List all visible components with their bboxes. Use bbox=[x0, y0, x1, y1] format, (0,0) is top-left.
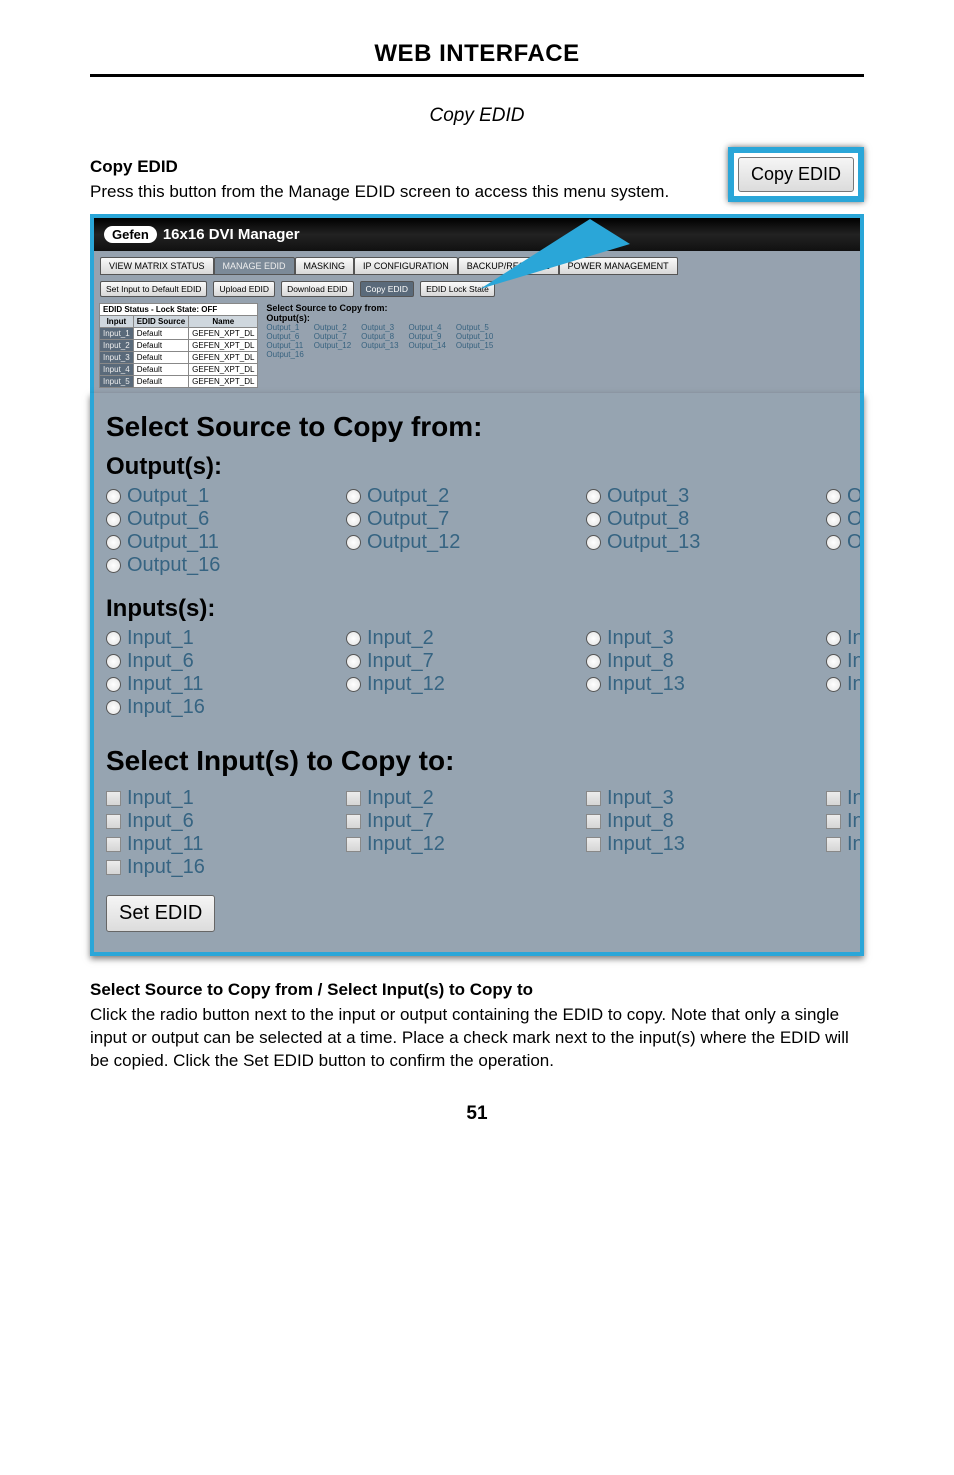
btn-download[interactable]: Download EDID bbox=[281, 281, 353, 297]
copyto-check: Input_ bbox=[826, 810, 864, 833]
output-radio: Output_6 bbox=[106, 508, 316, 531]
section-subtitle: Copy EDID bbox=[90, 105, 864, 127]
copyto-check: Input_12 bbox=[346, 833, 556, 856]
input-radio: Input_13 bbox=[586, 673, 796, 696]
app-title: 16x16 DVI Manager bbox=[163, 226, 300, 243]
intro-title: Copy EDID bbox=[90, 157, 669, 177]
edid-table: Input EDID Source Name Input_1DefaultGEF… bbox=[99, 315, 258, 388]
page-title: WEB INTERFACE bbox=[90, 40, 864, 77]
footer-heading: Select Source to Copy from / Select Inpu… bbox=[90, 980, 864, 1000]
small-outputs-grid: Output_1Output_2Output_3Output_4Output_5… bbox=[266, 323, 493, 359]
footer-body: Click the radio button next to the input… bbox=[90, 1004, 864, 1073]
copyto-check: Input_11 bbox=[106, 833, 316, 856]
tab-masking[interactable]: MASKING bbox=[295, 257, 355, 275]
input-radio: Input_3 bbox=[586, 627, 796, 650]
copy-edid-callout: Copy EDID bbox=[728, 147, 864, 202]
btn-copy-edid[interactable]: Copy EDID bbox=[360, 281, 415, 297]
col-source: EDID Source bbox=[133, 315, 188, 327]
col-name: Name bbox=[189, 315, 258, 327]
copyto-check: Input_ bbox=[826, 787, 864, 810]
inputs-label: Inputs(s): bbox=[106, 595, 860, 623]
input-radio: Input_11 bbox=[106, 673, 316, 696]
copy-edid-button[interactable]: Copy EDID bbox=[738, 157, 854, 192]
input-radio: Input_16 bbox=[106, 696, 316, 719]
small-outputs-label: Output(s): bbox=[266, 313, 309, 323]
copyto-check: Input_16 bbox=[106, 856, 316, 879]
output-radio: Outpu bbox=[826, 531, 864, 554]
output-radio: Output_2 bbox=[346, 485, 556, 508]
output-radio[interactable]: Output_1 bbox=[106, 485, 316, 508]
btn-set-default[interactable]: Set Input to Default EDID bbox=[100, 281, 207, 297]
small-copy-title: Select Source to Copy from: bbox=[266, 303, 387, 313]
page-number: 51 bbox=[90, 1103, 864, 1125]
input-radio: Input_6 bbox=[106, 650, 316, 673]
table-row: Input_3DefaultGEFEN_XPT_DL bbox=[100, 351, 258, 363]
output-radio: Outpu bbox=[826, 485, 864, 508]
input-radio: Input_12 bbox=[346, 673, 556, 696]
outputs-label: Output(s): bbox=[106, 453, 860, 481]
tab-view-matrix[interactable]: VIEW MATRIX STATUS bbox=[100, 257, 214, 275]
zoom-panel: Select Source to Copy from: Output(s): O… bbox=[90, 393, 864, 956]
output-radio: Output_16 bbox=[106, 554, 316, 577]
table-row: Input_5DefaultGEFEN_XPT_DL bbox=[100, 375, 258, 387]
output-radio: Output_3 bbox=[586, 485, 796, 508]
copyto-check: Input_8 bbox=[586, 810, 796, 833]
intro-body: Press this button from the Manage EDID s… bbox=[90, 181, 669, 204]
copyto-check: Input_ bbox=[826, 833, 864, 856]
output-radio: Output_11 bbox=[106, 531, 316, 554]
btn-upload[interactable]: Upload EDID bbox=[213, 281, 275, 297]
output-radio: Output_13 bbox=[586, 531, 796, 554]
col-input: Input bbox=[100, 315, 134, 327]
tab-ip-config[interactable]: IP CONFIGURATION bbox=[354, 257, 458, 275]
copyto-check: Input_6 bbox=[106, 810, 316, 833]
output-radio: Output_12 bbox=[346, 531, 556, 554]
input-radio[interactable]: Input_1 bbox=[106, 627, 316, 650]
input-radio: Input_7 bbox=[346, 650, 556, 673]
copyto-check: Input_7 bbox=[346, 810, 556, 833]
copyto-check: Input_13 bbox=[586, 833, 796, 856]
copyto-check: Input_3 bbox=[586, 787, 796, 810]
set-edid-button[interactable]: Set EDID bbox=[106, 895, 215, 932]
brand-logo: Gefen bbox=[104, 226, 157, 243]
table-row: Input_1DefaultGEFEN_XPT_DL bbox=[100, 327, 258, 339]
input-radio: Input_ bbox=[826, 627, 864, 650]
table-row: Input_2DefaultGEFEN_XPT_DL bbox=[100, 339, 258, 351]
output-radio: Output_8 bbox=[586, 508, 796, 531]
zoom-title: Select Source to Copy from: bbox=[106, 411, 860, 443]
input-radio: Input_ bbox=[826, 673, 864, 696]
output-radio: Outpu bbox=[826, 508, 864, 531]
input-radio: Input_ bbox=[826, 650, 864, 673]
copyto-title: Select Input(s) to Copy to: bbox=[106, 745, 860, 777]
table-row: Input_4DefaultGEFEN_XPT_DL bbox=[100, 363, 258, 375]
output-radio: Output_7 bbox=[346, 508, 556, 531]
copyto-check[interactable]: Input_1 bbox=[106, 787, 316, 810]
edid-caption: EDID Status - Lock State: OFF bbox=[99, 303, 258, 315]
input-radio: Input_2 bbox=[346, 627, 556, 650]
copyto-check: Input_2 bbox=[346, 787, 556, 810]
tab-manage-edid[interactable]: MANAGE EDID bbox=[214, 257, 295, 275]
input-radio: Input_8 bbox=[586, 650, 796, 673]
